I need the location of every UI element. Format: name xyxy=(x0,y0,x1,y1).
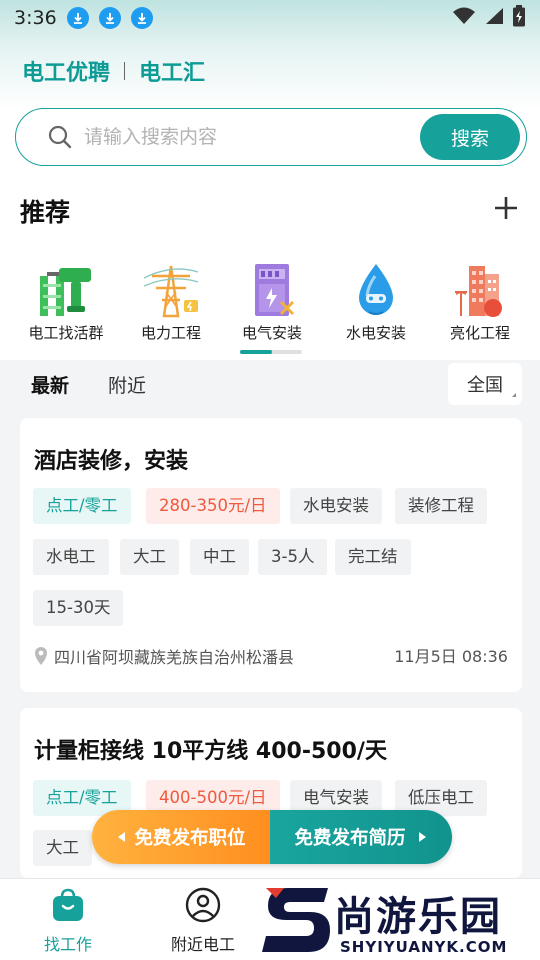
search-icon xyxy=(48,125,72,149)
publish-bar: 免费发布职位 免费发布简历 xyxy=(92,810,452,864)
nav-label: 附近电工 xyxy=(170,935,235,954)
recommend-section: 推荐 电工找活群 电力工程 电气安装 水电安装 亮化工程 xyxy=(0,190,540,360)
site-watermark: 尚游乐园 SHYIYUANYK.COM xyxy=(262,880,540,960)
publish-job-button[interactable]: 免费发布职位 xyxy=(92,810,270,864)
region-label: 全国 xyxy=(467,375,503,396)
power-tower-icon xyxy=(142,262,200,318)
category-label: 电气安装 xyxy=(241,324,302,342)
tab-latest[interactable]: 最新 xyxy=(31,371,69,398)
brand-divider xyxy=(124,62,126,80)
city-building-icon xyxy=(451,262,509,318)
location-text: 四川省阿坝藏族羌族自治州松潘县 xyxy=(54,648,295,667)
user-circle-icon xyxy=(185,887,221,923)
electric-cabinet-icon xyxy=(243,262,301,318)
battery-icon xyxy=(512,5,526,31)
category-scroll-indicator xyxy=(240,350,302,354)
publish-resume-button[interactable]: 免费发布简历 xyxy=(270,810,452,864)
job-title: 酒店装修，安装 xyxy=(34,449,189,474)
filter-bar: 最新 附近 全国 xyxy=(0,360,540,408)
category-row: 电工找活群 电力工程 电气安装 水电安装 亮化工程 xyxy=(0,262,540,352)
download-notification-icon xyxy=(66,7,89,29)
wifi-icon xyxy=(452,7,476,29)
add-category-icon[interactable] xyxy=(492,194,520,226)
watermark-logo-icon xyxy=(262,882,334,960)
publish-resume-label: 免费发布简历 xyxy=(294,828,406,849)
job-tag: 中工 xyxy=(190,539,249,575)
download-notification-icon xyxy=(130,7,153,29)
nav-label: 找工作 xyxy=(43,935,92,954)
category-label: 电力工程 xyxy=(140,324,201,342)
status-bar: 3:36 xyxy=(0,0,540,36)
job-tag: 大工 xyxy=(33,830,92,866)
dropdown-corner-icon xyxy=(512,393,516,397)
category-label: 水电安装 xyxy=(345,324,406,342)
job-time: 11月5日 08:36 xyxy=(394,647,508,666)
job-card[interactable]: 酒店装修，安装 点工/零工 280-350元/日 水电安装 装修工程 水电工 大… xyxy=(20,418,522,692)
brand-primary: 电工优聘 xyxy=(22,61,111,86)
water-drop-icon xyxy=(347,262,405,318)
location-pin-icon xyxy=(34,646,48,666)
job-tag: 3-5人 xyxy=(258,539,328,575)
job-tag: 大工 xyxy=(120,539,179,575)
region-selector[interactable]: 全国 xyxy=(448,363,522,405)
category-label: 亮化工程 xyxy=(449,324,510,342)
brand-secondary[interactable]: 电工汇 xyxy=(139,55,205,87)
arrow-left-icon xyxy=(116,831,126,843)
watermark-subtext: SHYIYUANYK.COM xyxy=(340,938,508,956)
search-bar: 搜索 xyxy=(15,108,527,166)
category-label: 电工找活群 xyxy=(28,324,104,342)
section-title: 推荐 xyxy=(20,198,71,227)
cellular-signal-icon xyxy=(484,7,504,29)
brand-header: 电工优聘 电工汇 xyxy=(22,56,205,86)
status-time: 3:36 xyxy=(14,7,57,29)
nav-find-job[interactable]: 找工作 xyxy=(8,887,128,955)
job-tag: 完工结 xyxy=(335,539,411,575)
category-item-active[interactable]: 电气安装 xyxy=(222,262,322,343)
watermark-text: 尚游乐园 xyxy=(334,894,502,940)
tab-nearby[interactable]: 附近 xyxy=(108,371,146,398)
download-notification-icon xyxy=(98,7,121,29)
category-item[interactable]: 电力工程 xyxy=(121,262,221,343)
publish-job-label: 免费发布职位 xyxy=(134,828,246,849)
nav-nearby-electrician[interactable]: 附近电工 xyxy=(143,887,263,955)
category-item[interactable]: 电工找活群 xyxy=(16,262,116,343)
job-price-tag: 280-350元/日 xyxy=(146,488,280,524)
job-tag: 15-30天 xyxy=(33,590,124,626)
job-type-tag: 点工/零工 xyxy=(33,488,131,524)
job-location: 四川省阿坝藏族羌族自治州松潘县 xyxy=(34,644,294,668)
category-item[interactable]: 亮化工程 xyxy=(430,262,530,343)
job-tag: 水电安装 xyxy=(290,488,382,524)
arrow-right-icon xyxy=(418,831,428,843)
job-title: 计量柜接线 10平方线 400-500/天 xyxy=(34,739,387,764)
category-scroll-thumb xyxy=(240,350,272,354)
category-item[interactable]: 水电安装 xyxy=(326,262,426,343)
shopping-bag-icon xyxy=(50,887,86,923)
search-button[interactable]: 搜索 xyxy=(420,114,520,160)
drill-ladder-icon xyxy=(37,262,95,318)
job-tag: 水电工 xyxy=(33,539,109,575)
job-tag: 装修工程 xyxy=(395,488,487,524)
